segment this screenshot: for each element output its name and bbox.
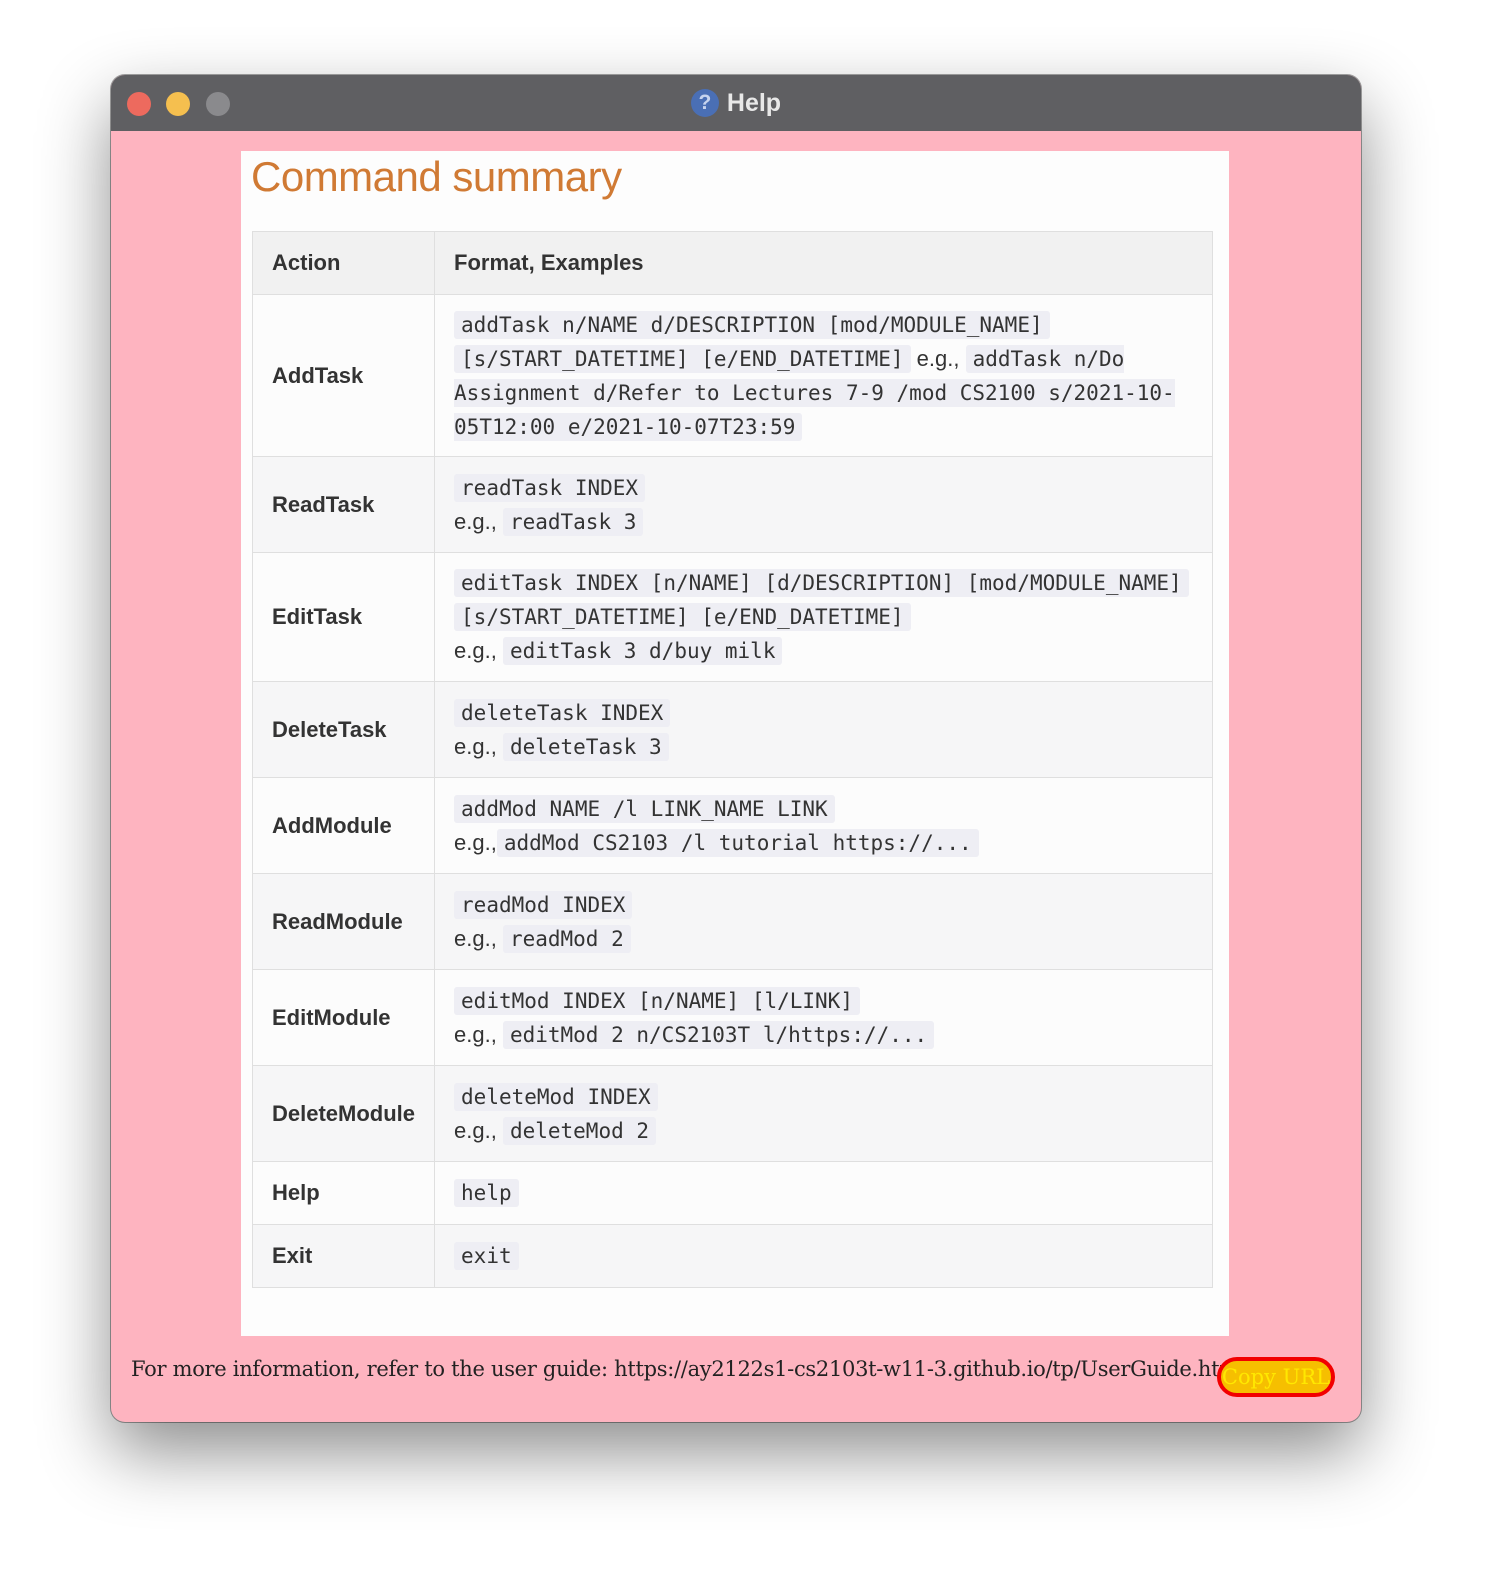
action-cell: EditModule	[251, 969, 436, 1066]
format-cell: readTask INDEX e.g., readTask 3	[434, 456, 1213, 553]
action-cell: Help	[251, 1161, 436, 1225]
action-cell: DeleteTask	[251, 681, 436, 778]
action-cell: Exit	[251, 1224, 436, 1288]
table-row: EditModule editMod INDEX [n/NAME] [l/LINK…	[251, 969, 1213, 1066]
header-format: Format, Examples	[434, 231, 1213, 295]
format-cell: addTask n/NAME d/DESCRIPTION [mod/MODULE…	[434, 294, 1213, 457]
command-code: addTask n/NAME d/DESCRIPTION [mod/MODULE…	[454, 310, 1050, 339]
format-cell: exit	[434, 1224, 1213, 1288]
copy-url-button[interactable]: Copy URL	[1217, 1357, 1335, 1397]
table-row: AddModule addMod NAME /l LINK_NAME LINK e.…	[251, 777, 1213, 874]
command-code: readTask INDEX	[454, 473, 646, 502]
user-guide-text: For more information, refer to the user …	[131, 1357, 1246, 1381]
format-cell: deleteMod INDEX e.g., deleteMod 2	[434, 1065, 1213, 1162]
action-cell: ReadTask	[251, 456, 436, 553]
format-cell: deleteTask INDEX e.g., deleteTask 3	[434, 681, 1213, 778]
help-window: ? Help Command summary Action Format, Ex…	[111, 75, 1361, 1422]
command-code: help	[454, 1179, 519, 1207]
title-bar: ? Help	[111, 75, 1361, 131]
example-label: e.g.,	[454, 733, 503, 759]
format-cell: editMod INDEX [n/NAME] [l/LINK] e.g., edi…	[434, 969, 1213, 1066]
table-row: DeleteTask deleteTask INDEX e.g., deleteTa…	[251, 681, 1213, 778]
table-row: EditTask editTask INDEX [n/NAME] [d/DESCR…	[251, 552, 1213, 682]
command-code: exit	[454, 1242, 519, 1270]
header-action: Action	[251, 231, 436, 295]
command-code: editTask INDEX [n/NAME] [d/DESCRIPTION] …	[454, 569, 1189, 597]
table-row: Help help	[251, 1161, 1213, 1225]
table-body: AddTask addTask n/NAME d/DESCRIPTION [mod…	[251, 294, 1213, 1288]
command-code: addMod NAME /l LINK_NAME LINK	[454, 794, 835, 823]
command-code: readMod INDEX	[454, 890, 633, 919]
table-row: AddTask addTask n/NAME d/DESCRIPTION [mod…	[251, 294, 1213, 457]
format-cell: editTask INDEX [n/NAME] [d/DESCRIPTION] …	[434, 552, 1213, 682]
command-code: [s/START_DATETIME] [e/END_DATETIME]	[454, 344, 911, 373]
page-title: Command summary	[251, 153, 622, 200]
command-code: addMod CS2103 /l tutorial https://...	[496, 828, 979, 857]
example-label: e.g.,	[454, 829, 497, 855]
help-content-panel: Command summary Action Format, Examples …	[241, 151, 1229, 1336]
command-code: editMod INDEX [n/NAME] [l/LINK]	[454, 986, 860, 1015]
window-title-group: ? Help	[111, 75, 1361, 131]
example-label: e.g.,	[454, 1021, 503, 1047]
command-code: editMod 2 n/CS2103T l/https://...	[502, 1020, 935, 1049]
example-label: e.g.,	[454, 638, 503, 663]
action-cell: AddTask	[251, 294, 436, 457]
command-code: editTask 3 d/buy milk	[502, 637, 783, 665]
command-summary-table: Action Format, Examples AddTask addTask n…	[251, 231, 1213, 1288]
table-header-row: Action Format, Examples	[251, 231, 1213, 295]
table-row: Exit exit	[251, 1224, 1213, 1288]
format-cell: readMod INDEX e.g., readMod 2	[434, 873, 1213, 970]
table-row: ReadTask readTask INDEX e.g., readTask 3	[251, 456, 1213, 553]
action-cell: ReadModule	[251, 873, 436, 970]
format-cell: addMod NAME /l LINK_NAME LINK e.g., addMod…	[434, 777, 1213, 874]
example-label: e.g.,	[454, 925, 503, 951]
command-code: deleteTask 3	[502, 732, 669, 761]
example-label: e.g.,	[454, 1117, 503, 1143]
format-cell: help	[434, 1161, 1213, 1225]
action-cell: DeleteModule	[251, 1065, 436, 1162]
table-row: ReadModule readMod INDEX e.g., readMod 2	[251, 873, 1213, 970]
command-code: readTask 3	[502, 507, 644, 536]
command-code: deleteMod 2	[502, 1116, 657, 1145]
action-cell: EditTask	[251, 552, 436, 682]
command-code: [s/START_DATETIME] [e/END_DATETIME]	[454, 603, 911, 631]
help-icon: ?	[690, 89, 719, 117]
example-label: e.g.,	[454, 508, 503, 534]
command-code: readMod 2	[502, 924, 631, 953]
command-code: deleteTask INDEX	[454, 698, 671, 727]
window-title: Help	[726, 88, 782, 117]
command-code: deleteMod INDEX	[454, 1082, 658, 1111]
example-label: e.g.,	[910, 345, 966, 371]
action-cell: AddModule	[251, 777, 436, 874]
table-row: DeleteModule deleteMod INDEX e.g., deleteM…	[251, 1065, 1213, 1162]
